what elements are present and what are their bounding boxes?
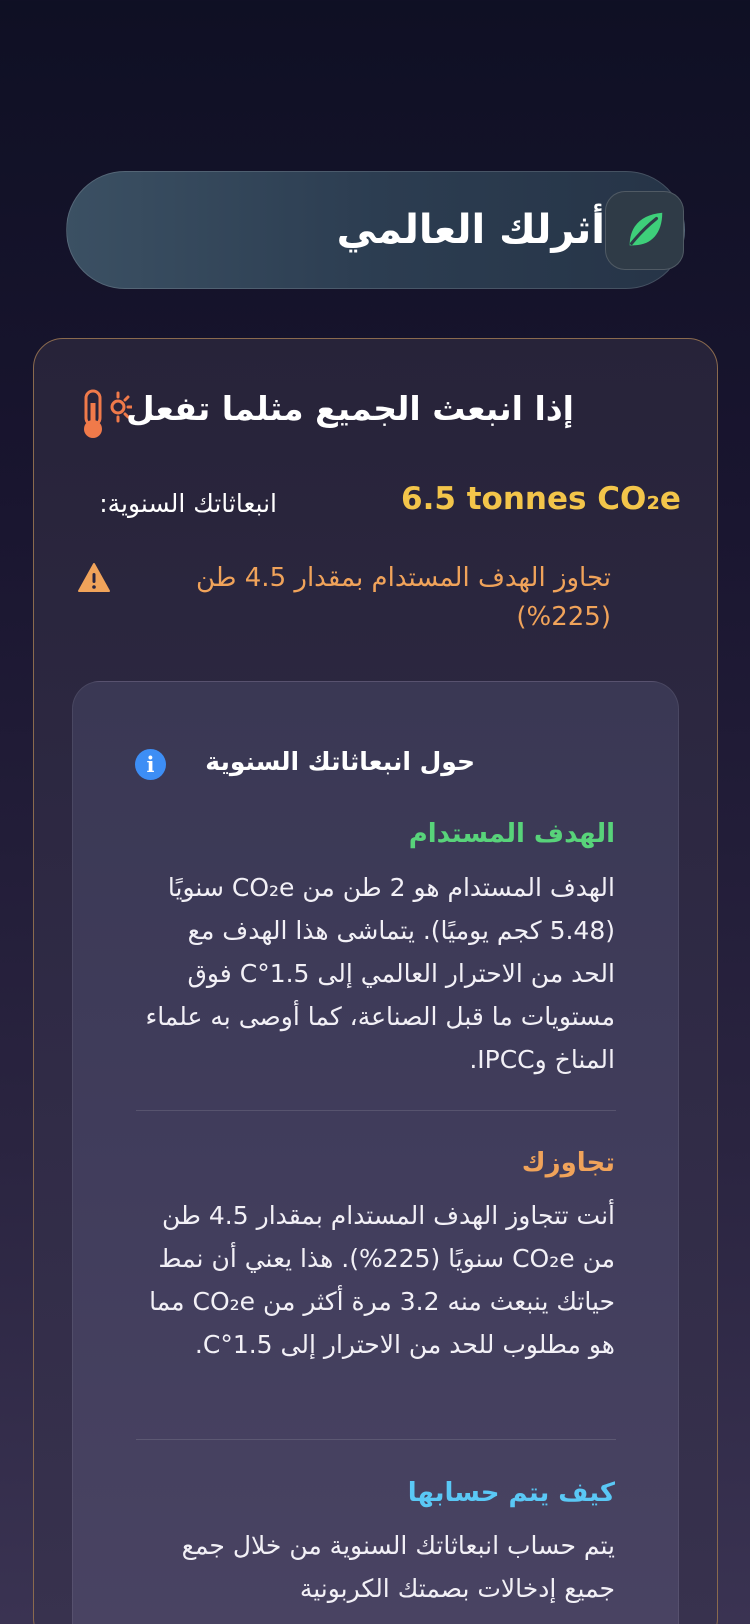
annual-emissions-value: 6.5 tonnes CO₂e	[401, 481, 681, 517]
global-impact-card: إذا انبعث الجميع مثلما تفعل انبعاثاتك ال…	[33, 338, 718, 1624]
info-panel: i حول انبعاثاتك السنوية الهدف المستدام ا…	[72, 681, 679, 1624]
annual-emissions-label: انبعاثاتك السنوية:	[99, 489, 277, 518]
divider	[136, 1439, 616, 1440]
section-body-overshoot: أنت تتجاوز الهدف المستدام بمقدار 4.5 طن …	[149, 1201, 615, 1359]
section-heading-sustainable-target: الهدف المستدام	[408, 819, 615, 849]
section-heading-overshoot: تجاوزك	[521, 1148, 615, 1178]
info-icon: i	[135, 749, 166, 780]
warning-icon	[78, 563, 110, 592]
warning-text: تجاوز الهدف المستدام بمقدار 4.5 طن (225%…	[196, 563, 611, 632]
section-heading-calculation: كيف يتم حسابها	[407, 1478, 615, 1508]
divider	[136, 1110, 616, 1111]
app-logo	[605, 190, 684, 270]
section-body-sustainable-target: الهدف المستدام هو 2 طن من CO₂e سنويًا (5…	[145, 873, 615, 1074]
info-title: حول انبعاثاتك السنوية	[205, 747, 475, 776]
page-title: أثرلك العالمي	[336, 207, 605, 253]
thermometer-sun-icon	[84, 389, 132, 438]
warning-row: تجاوز الهدف المستدام بمقدار 4.5 طن (225%…	[111, 559, 611, 637]
section-body-calculation: يتم حساب انبعاثاتك السنوية من خلال جمع ج…	[181, 1531, 615, 1603]
card-title: إذا انبعث الجميع مثلما تفعل	[126, 389, 574, 428]
leaf-icon	[629, 212, 662, 246]
header-bar: أثرلك العالمي	[66, 171, 685, 289]
